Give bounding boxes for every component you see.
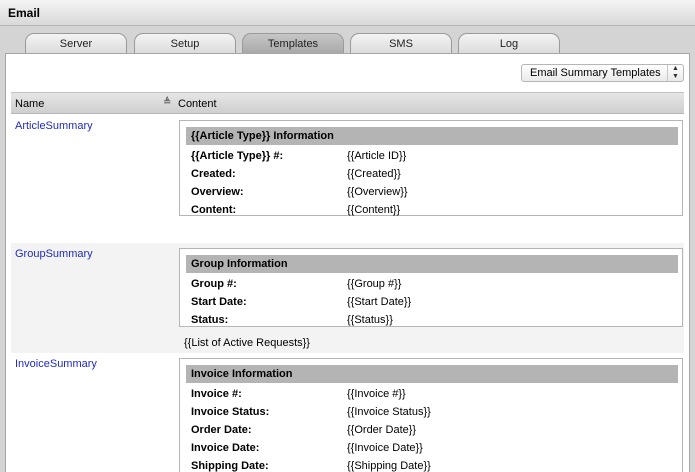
template-preview: Group Information Group #: {{Group #}} S… bbox=[179, 248, 683, 327]
tab-sms[interactable]: SMS bbox=[350, 33, 452, 53]
sort-ascending-icon[interactable]: ≜ bbox=[163, 97, 171, 108]
template-name-link[interactable]: ArticleSummary bbox=[15, 120, 93, 132]
template-field: Group #: {{Group #}} bbox=[191, 276, 671, 292]
table-row: InvoiceSummary Invoice Information Invoi… bbox=[11, 353, 684, 472]
template-field: Content: {{Content}} bbox=[191, 202, 671, 218]
template-field: Order Date: {{Order Date}} bbox=[191, 422, 671, 438]
column-header-name[interactable]: Name bbox=[15, 98, 44, 110]
tab-server[interactable]: Server bbox=[25, 33, 127, 53]
field-value: {{Invoice #}} bbox=[347, 388, 406, 400]
tab-log[interactable]: Log bbox=[458, 33, 560, 53]
template-field: Invoice Date: {{Invoice Date}} bbox=[191, 440, 671, 456]
field-key: Overview: bbox=[191, 186, 244, 198]
template-name-link[interactable]: InvoiceSummary bbox=[15, 358, 97, 370]
template-field: Status: {{Status}} bbox=[191, 312, 671, 328]
table-header: Name ≜ Content bbox=[11, 92, 684, 114]
table-row: GroupSummary Group Information Group #: … bbox=[11, 243, 684, 353]
template-field: Created: {{Created}} bbox=[191, 166, 671, 182]
field-key: Invoice Status: bbox=[191, 406, 270, 418]
template-field: {{Article Type}} #: {{Article ID}} bbox=[191, 148, 671, 164]
field-value: {{Group #}} bbox=[347, 278, 402, 290]
field-value: {{Created}} bbox=[347, 168, 401, 180]
template-preview: Invoice Information Invoice #: {{Invoice… bbox=[179, 358, 683, 472]
field-key: Order Date: bbox=[191, 424, 252, 436]
template-heading: Group Information bbox=[186, 255, 678, 273]
template-type-select[interactable]: Email Summary Templates ▲ ▼ bbox=[521, 64, 684, 82]
field-value: {{Start Date}} bbox=[347, 296, 412, 308]
template-field: Shipping Date: {{Shipping Date}} bbox=[191, 458, 671, 472]
field-value: {{Content}} bbox=[347, 204, 401, 216]
column-header-content[interactable]: Content bbox=[178, 98, 217, 110]
template-field: Start Date: {{Start Date}} bbox=[191, 294, 671, 310]
field-key: {{Article Type}} #: bbox=[191, 150, 284, 162]
templates-panel: Email Summary Templates ▲ ▼ Name ≜ Conten… bbox=[5, 53, 690, 472]
template-type-select-value: Email Summary Templates bbox=[530, 67, 661, 79]
field-key: Status: bbox=[191, 314, 229, 326]
updown-arrows-icon: ▲ ▼ bbox=[667, 65, 683, 81]
template-field: Invoice #: {{Invoice #}} bbox=[191, 386, 671, 402]
template-extra-text: {{List of Active Requests}} bbox=[184, 337, 310, 349]
template-field: Invoice Status: {{Invoice Status}} bbox=[191, 404, 671, 420]
template-heading: Invoice Information bbox=[186, 365, 678, 383]
tab-templates[interactable]: Templates bbox=[242, 33, 344, 53]
field-key: Invoice Date: bbox=[191, 442, 260, 454]
window-title: Email bbox=[8, 6, 41, 20]
field-key: Group #: bbox=[191, 278, 237, 290]
field-value: {{Invoice Date}} bbox=[347, 442, 423, 454]
table-row: ArticleSummary {{Article Type}} Informat… bbox=[11, 115, 684, 243]
field-key: Created: bbox=[191, 168, 236, 180]
template-heading: {{Article Type}} Information bbox=[186, 127, 678, 145]
field-value: {{Article ID}} bbox=[347, 150, 407, 162]
template-field: Overview: {{Overview}} bbox=[191, 184, 671, 200]
field-value: {{Shipping Date}} bbox=[347, 460, 431, 472]
template-name-link[interactable]: GroupSummary bbox=[15, 248, 93, 260]
window-titlebar: Email bbox=[0, 0, 695, 26]
field-value: {{Overview}} bbox=[347, 186, 408, 198]
field-key: Start Date: bbox=[191, 296, 247, 308]
tab-setup[interactable]: Setup bbox=[134, 33, 236, 53]
field-key: Content: bbox=[191, 204, 237, 216]
field-key: Invoice #: bbox=[191, 388, 242, 400]
field-value: {{Order Date}} bbox=[347, 424, 417, 436]
panel-toolbar: Email Summary Templates ▲ ▼ bbox=[6, 54, 689, 92]
template-preview: {{Article Type}} Information {{Article T… bbox=[179, 120, 683, 216]
field-key: Shipping Date: bbox=[191, 460, 269, 472]
tab-bar: Server Setup Templates SMS Log bbox=[0, 26, 695, 56]
field-value: {{Status}} bbox=[347, 314, 393, 326]
field-value: {{Invoice Status}} bbox=[347, 406, 431, 418]
